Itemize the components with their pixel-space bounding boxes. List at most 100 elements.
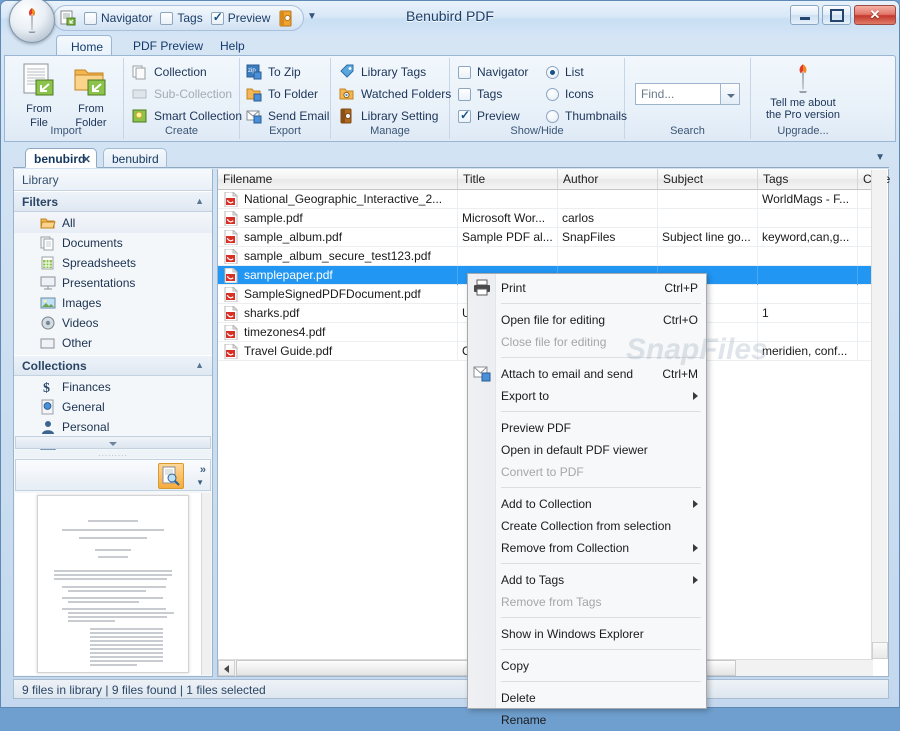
table-row[interactable]: sample_album_secure_test123.pdf <box>218 247 873 266</box>
checkbox-checked-icon[interactable] <box>210 10 224 25</box>
menu-item-create-collection-from-selection[interactable]: Create Collection from selection <box>497 515 706 537</box>
table-row[interactable]: National_Geographic_Interactive_2... Worl… <box>218 190 873 209</box>
menu-item-label: Show in Windows Explorer <box>501 627 644 641</box>
sidebar-item-presentations[interactable]: Presentations <box>14 273 212 293</box>
create-smart-collection-button[interactable]: Smart Collection <box>132 106 242 126</box>
menu-item-attach-to-email-and-send[interactable]: Attach to email and send Ctrl+M <box>473 363 706 385</box>
menu-item-export-to[interactable]: Export to <box>497 385 706 407</box>
sidebar-item-spreadsheets[interactable]: Spreadsheets <box>14 253 212 273</box>
library-setting-label: Library Setting <box>361 109 439 123</box>
checkbox-icon[interactable] <box>160 11 174 25</box>
menu-item-label: Create Collection from selection <box>501 519 672 533</box>
sidebar-item-videos[interactable]: Videos <box>14 313 212 333</box>
tab-pdf-preview[interactable]: PDF Preview <box>119 35 217 56</box>
menu-item-rename[interactable]: Rename <box>497 709 706 731</box>
sidebar-item-other[interactable]: Other <box>14 333 212 353</box>
showhide-tags-checkbox[interactable]: Tags <box>458 84 502 104</box>
scroll-left-button[interactable] <box>218 660 235 676</box>
maximize-button[interactable] <box>822 5 851 25</box>
view-mode-list-radio[interactable]: List <box>546 62 584 82</box>
table-row[interactable]: sample.pdf Microsoft Wor... carlos <box>218 209 873 228</box>
minimize-button[interactable] <box>790 5 819 25</box>
radio-icon[interactable] <box>546 87 559 101</box>
chevron-up-icon[interactable]: ▲ <box>195 360 204 370</box>
menu-separator <box>501 303 701 304</box>
qat-tags-toggle[interactable]: Tags <box>160 11 203 25</box>
library-tab-benubird-active[interactable]: benubird ✕ <box>25 148 97 168</box>
from-file-button[interactable]: From File <box>13 62 65 129</box>
sidebar-item-documents[interactable]: Documents <box>14 233 212 253</box>
library-tags-button[interactable]: Library Tags <box>339 62 426 82</box>
qat-library-icon[interactable] <box>278 10 294 27</box>
close-icon[interactable]: ✕ <box>82 152 91 168</box>
sidebar-item-general[interactable]: General <box>14 397 212 417</box>
menu-item-show-in-windows-explorer[interactable]: Show in Windows Explorer <box>497 623 706 645</box>
qat-overflow-button[interactable]: ▼ <box>307 11 317 22</box>
close-button[interactable]: ✕ <box>854 5 896 25</box>
sidebar-item-finances[interactable]: $ Finances <box>14 377 212 397</box>
showhide-preview-checkbox[interactable]: Preview <box>458 106 520 126</box>
sidebar-section-filters-header[interactable]: Filters ▲ <box>14 191 212 212</box>
find-input[interactable]: Find... <box>635 83 721 105</box>
chevron-down-icon[interactable]: ▼ <box>875 152 885 163</box>
column-header-subject[interactable]: Subject <box>658 169 758 189</box>
checkbox-checked-icon[interactable] <box>458 108 471 123</box>
sidebar-splitter-grip[interactable]: ......... <box>15 450 211 458</box>
column-header-tags[interactable]: Tags <box>758 169 858 189</box>
menu-item-open-file-for-editing[interactable]: Open file for editing Ctrl+O <box>497 309 706 331</box>
menu-item-convert-to-pdf: Convert to PDF <box>497 461 706 483</box>
sidebar-item-images[interactable]: Images <box>14 293 212 313</box>
create-collection-button[interactable]: Collection <box>132 62 207 82</box>
menu-item-add-to-collection[interactable]: Add to Collection <box>497 493 706 515</box>
checkbox-icon[interactable] <box>84 11 97 25</box>
showhide-navigator-checkbox[interactable]: Navigator <box>458 62 528 82</box>
column-header-author[interactable]: Author <box>558 169 658 189</box>
sidebar-item-label: Finances <box>62 380 111 394</box>
checkbox-icon[interactable] <box>458 65 471 79</box>
menu-item-open-in-default-pdf-viewer[interactable]: Open in default PDF viewer <box>497 439 706 461</box>
column-header-title[interactable]: Title <box>458 169 558 189</box>
export-to-folder-button[interactable]: To Folder <box>246 84 318 104</box>
watched-folders-button[interactable]: Watched Folders <box>339 84 451 104</box>
library-setting-button[interactable]: Library Setting <box>339 106 438 126</box>
tab-help[interactable]: Help <box>206 35 259 56</box>
radio-icon[interactable] <box>546 109 559 123</box>
preview-scrollbar[interactable] <box>201 493 211 675</box>
radio-selected-icon[interactable] <box>546 65 559 79</box>
qat-navigator-toggle[interactable]: Navigator <box>84 11 152 25</box>
menu-item-remove-from-collection[interactable]: Remove from Collection <box>497 537 706 559</box>
view-mode-icons-radio[interactable]: Icons <box>546 84 594 104</box>
menu-item-add-to-tags[interactable]: Add to Tags <box>497 569 706 591</box>
export-to-zip-button[interactable]: zip To Zip <box>246 62 301 82</box>
menu-item-delete[interactable]: Delete <box>497 687 706 709</box>
sidebar-item-all[interactable]: All <box>14 213 212 233</box>
view-mode-thumbnails-radio[interactable]: Thumbnails <box>546 106 627 126</box>
menu-item-preview-pdf[interactable]: Preview PDF <box>497 417 706 439</box>
table-row[interactable]: sample_album.pdf Sample PDF al... SnapFile… <box>218 228 873 247</box>
preview-overflow-button[interactable]: » <box>200 464 206 476</box>
sidebar-section-collections-header[interactable]: Collections ▲ <box>14 355 212 376</box>
checkbox-icon[interactable] <box>458 87 471 101</box>
scroll-down-button[interactable] <box>872 642 888 659</box>
file-list-vertical-scrollbar[interactable] <box>871 170 888 659</box>
export-send-email-button[interactable]: Send Email <box>246 106 329 126</box>
document-preview-pane[interactable] <box>15 493 211 675</box>
qat-document-icon[interactable] <box>60 10 76 26</box>
qat-preview-toggle[interactable]: Preview <box>210 10 270 25</box>
sidebar-item-personal[interactable]: Personal <box>14 417 212 437</box>
chevron-up-icon[interactable]: ▲ <box>195 196 204 206</box>
zip-icon: zip <box>246 64 262 80</box>
find-dropdown-button[interactable] <box>721 83 740 105</box>
from-folder-button[interactable]: From Folder <box>65 62 117 129</box>
preview-zoom-button[interactable] <box>158 463 184 489</box>
upgrade-pro-button[interactable]: Tell me about the Pro version <box>751 62 855 121</box>
tab-home[interactable]: Home <box>56 35 112 56</box>
menu-item-print[interactable]: Print Ctrl+P <box>474 277 706 299</box>
menu-item-copy[interactable]: Copy <box>497 655 706 677</box>
library-tab-benubird-second[interactable]: benubird <box>103 148 167 168</box>
menu-item-shortcut: Ctrl+O <box>662 313 698 327</box>
column-header-filename[interactable]: Filename <box>218 169 458 189</box>
sidebar-collapse-button[interactable] <box>15 436 211 449</box>
cell-author: carlos <box>558 209 658 228</box>
chevron-down-icon[interactable]: ▼ <box>196 478 204 487</box>
